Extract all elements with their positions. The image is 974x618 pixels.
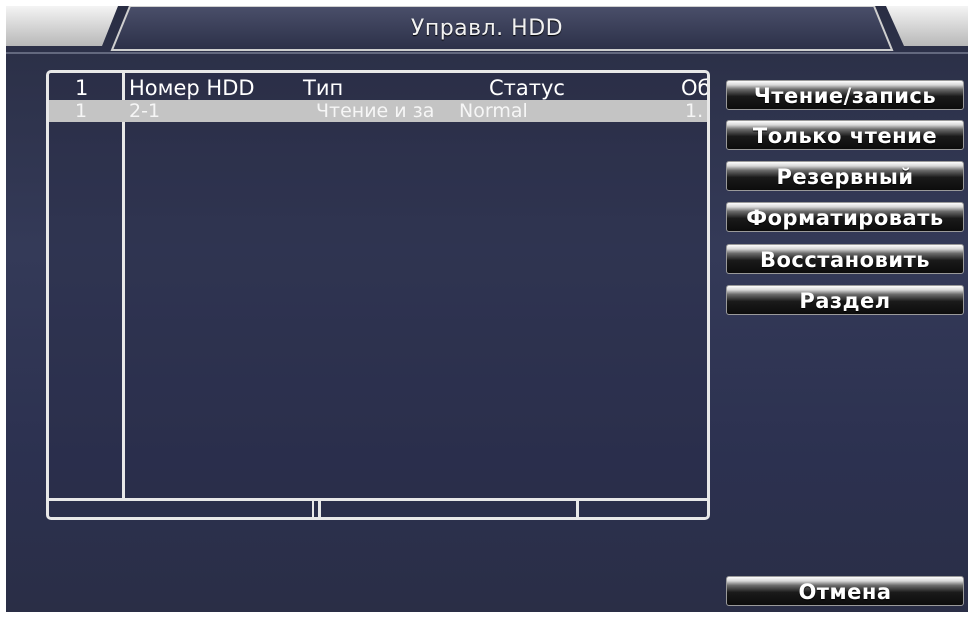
scrollbar-grip-icon[interactable] [312,501,320,517]
cancel-button[interactable]: Отмена [726,576,964,606]
row-status: Normal [459,100,528,122]
row-capacity: 1. [685,100,704,122]
header-capacity[interactable]: Об [681,76,707,100]
backup-button[interactable]: Резервный [726,161,964,191]
header-hdd-number[interactable]: Номер HDD [129,76,255,100]
row-hdd-number: 2-1 [129,100,161,122]
row-type: Чтение и за [316,100,435,122]
header-index: 1 [75,76,89,100]
header-status[interactable]: Статус [489,76,565,100]
title-bar: Управл. HDD [6,6,968,56]
hdd-management-window: Управл. HDD 1 Номер HDD Тип Статус Об 1 … [6,6,968,612]
read-only-button[interactable]: Только чтение [726,120,964,150]
format-button[interactable]: Форматировать [726,202,964,232]
table-row[interactable]: 1 2-1 Чтение и за Normal 1. [49,100,707,122]
window-title: Управл. HDD [410,16,564,41]
row-index: 1 [75,100,88,122]
partition-button[interactable]: Раздел [726,285,964,315]
read-write-button[interactable]: Чтение/запись [726,80,964,110]
header-type[interactable]: Тип [303,76,343,100]
column-divider [122,73,125,501]
scrollbar-track-left[interactable] [49,501,321,517]
hdd-list-table[interactable]: 1 Номер HDD Тип Статус Об 1 2-1 Чтение и… [46,70,710,520]
recover-button[interactable]: Восстановить [726,244,964,274]
scrollbar-thumb[interactable] [321,501,579,517]
horizontal-scrollbar[interactable] [49,498,707,517]
